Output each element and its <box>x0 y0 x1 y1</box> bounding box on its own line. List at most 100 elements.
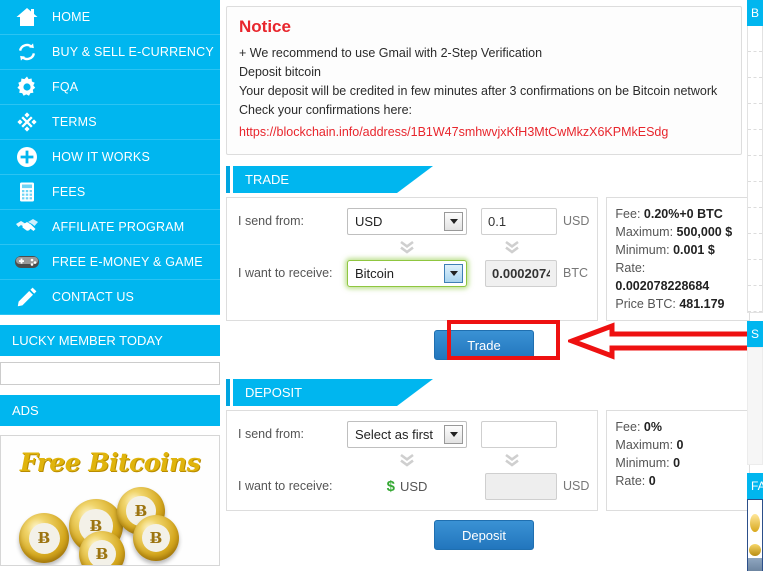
deposit-receive-currency-label: USD <box>399 478 428 494</box>
handshake-icon <box>14 214 40 240</box>
sidebar-item-label: CONTACT US <box>52 290 135 304</box>
gear-icon <box>14 74 40 100</box>
sidebar-item-label: AFFILIATE PROGRAM <box>52 220 185 234</box>
deposit-receive-amount-input[interactable] <box>485 472 557 500</box>
deposit-fee-row: Fee: 0% <box>615 418 741 436</box>
ad-banner-free-bitcoins[interactable]: Free Bitcoins Ƀ Ƀ Ƀ Ƀ Ƀ <box>0 435 220 566</box>
bitcoin-coins-illustration: Ƀ Ƀ Ƀ Ƀ Ƀ <box>1 479 219 565</box>
sidebar-item-affiliate-program[interactable]: AFFILIATE PROGRAM <box>0 210 220 245</box>
right-panel-row <box>748 156 762 182</box>
right-partial-column: B S FA <box>747 0 763 571</box>
trade-max-value: 500,000 $ <box>676 225 733 239</box>
trade-min-value: 0.001 $ <box>673 243 715 257</box>
deposit-chevrons <box>235 449 589 471</box>
trade-fee-row: Fee: 0.20%+0 BTC <box>615 205 741 223</box>
deposit-send-currency-select[interactable]: Select as first <box>347 420 467 448</box>
lucky-member-box <box>0 362 220 385</box>
sidebar-item-label: FEES <box>52 185 86 199</box>
sidebar-item-label: HOW IT WORKS <box>52 150 150 164</box>
refresh-icon <box>14 39 40 65</box>
sidebar-item-how-it-works[interactable]: HOW IT WORKS <box>0 140 220 175</box>
deposit-button[interactable]: Deposit <box>434 520 534 550</box>
dollar-icon: $ <box>386 477 395 495</box>
trade-receive-row: I want to receive: Bitcoin BTC <box>235 258 589 288</box>
sidebar-item-fqa[interactable]: FQA <box>0 70 220 105</box>
sidebar-item-contact-us[interactable]: CONTACT US <box>0 280 220 315</box>
sidebar-item-fees[interactable]: FEES <box>0 175 220 210</box>
trade-send-amount-input[interactable] <box>481 207 557 235</box>
right-panel-1-title: B <box>747 0 763 26</box>
sidebar-item-free-emoney-game[interactable]: FREE E-MONEY & GAME <box>0 245 220 280</box>
trade-max-row: Maximum: 500,000 $ <box>615 223 741 241</box>
trade-send-unit: USD <box>563 214 590 228</box>
trade-price-value: 481.179 <box>679 297 725 311</box>
trade-send-label: I send from: <box>238 214 304 228</box>
right-panel-gap <box>747 313 763 321</box>
sidebar-item-buy-sell-ecurrency[interactable]: BUY & SELL E-CURRENCY <box>0 35 220 70</box>
notice-heading: Notice <box>239 17 291 36</box>
deposit-info-box: Fee: 0% Maximum: 0 Minimum: 0 Rate: 0 <box>606 410 751 511</box>
trade-info-box: Fee: 0.20%+0 BTC Maximum: 500,000 $ Mini… <box>606 197 751 321</box>
double-chevron-down-icon <box>467 452 557 468</box>
sidebar-item-terms[interactable]: TERMS <box>0 105 220 140</box>
right-panel-2-title: S <box>747 321 763 347</box>
right-panel-gap <box>747 465 763 473</box>
trade-rate-label: Rate: <box>615 261 646 275</box>
sidebar-nav: HOME BUY & SELL E-CURRENCY FQA TERMS HOW… <box>0 0 220 315</box>
trade-form: I send from: USD USD <box>226 197 599 321</box>
trade-receive-currency-wrap: Bitcoin <box>347 259 467 287</box>
decorative-shape <box>749 544 761 556</box>
right-panel-row <box>748 208 762 234</box>
trade-header-label: TRADE <box>233 166 433 193</box>
joomla-icon <box>14 109 40 135</box>
ad-banner-heading: Free Bitcoins <box>19 448 201 477</box>
right-panel-row <box>748 26 762 52</box>
blockchain-address-link[interactable]: https://blockchain.info/address/1B1W47sm… <box>239 123 668 142</box>
gamepad-icon <box>14 249 40 275</box>
trade-receive-currency-select[interactable]: Bitcoin <box>347 259 467 287</box>
deposit-rate-label: Rate: <box>615 474 646 488</box>
trade-header-accent-bar <box>226 166 230 193</box>
double-chevron-down-icon <box>347 452 467 468</box>
plus-circle-icon <box>14 144 40 170</box>
sidebar-item-home[interactable]: HOME <box>0 0 220 35</box>
trade-section-header: TRADE <box>226 166 747 193</box>
trade-max-label: Maximum: <box>615 225 674 239</box>
sidebar: HOME BUY & SELL E-CURRENCY FQA TERMS HOW… <box>0 0 220 571</box>
pencil-icon <box>14 284 40 310</box>
deposit-min-label: Minimum: <box>615 456 670 470</box>
right-panel-3-image <box>747 499 763 571</box>
right-panel-row <box>748 234 762 260</box>
right-panel-row <box>748 260 762 286</box>
trade-send-currency-select[interactable]: USD <box>347 207 467 235</box>
trade-chevrons <box>235 236 589 258</box>
deposit-max-value: 0 <box>676 438 684 452</box>
trade-fee-label: Fee: <box>615 207 641 221</box>
right-panel-1-body <box>747 26 763 313</box>
deposit-receive-unit: USD <box>563 479 590 493</box>
right-panel-row <box>748 130 762 156</box>
deposit-send-amount-input[interactable] <box>481 420 557 448</box>
notice-line-3: Your deposit will be credited in few min… <box>239 84 718 98</box>
notice-line-4: Check your confirmations here: <box>239 103 412 117</box>
trade-rate-row: Rate: 0.002078228684 <box>615 259 741 295</box>
right-panel-3-title: FA <box>747 473 763 499</box>
trade-button[interactable]: Trade <box>434 330 534 360</box>
ads-title: ADS <box>0 395 220 426</box>
trade-min-row: Minimum: 0.001 $ <box>615 241 741 259</box>
sidebar-item-label: HOME <box>52 10 91 24</box>
lucky-member-title: LUCKY MEMBER TODAY <box>0 325 220 356</box>
trade-receive-unit: BTC <box>563 266 588 280</box>
decorative-shape <box>748 558 762 571</box>
notice-line-2: Deposit bitcoin <box>239 65 321 79</box>
right-panel-row <box>748 286 762 312</box>
deposit-receive-row: I want to receive: $ USD USD <box>235 471 589 501</box>
sidebar-item-label: FQA <box>52 80 79 94</box>
deposit-min-row: Minimum: 0 <box>615 454 741 472</box>
trade-button-row: Trade <box>226 330 742 360</box>
deposit-max-row: Maximum: 0 <box>615 436 741 454</box>
sidebar-item-label: FREE E-MONEY & GAME <box>52 255 203 269</box>
deposit-receive-currency-static: $ USD <box>347 478 467 495</box>
deposit-receive-label: I want to receive: <box>238 479 333 493</box>
trade-receive-amount-input[interactable] <box>485 259 557 287</box>
